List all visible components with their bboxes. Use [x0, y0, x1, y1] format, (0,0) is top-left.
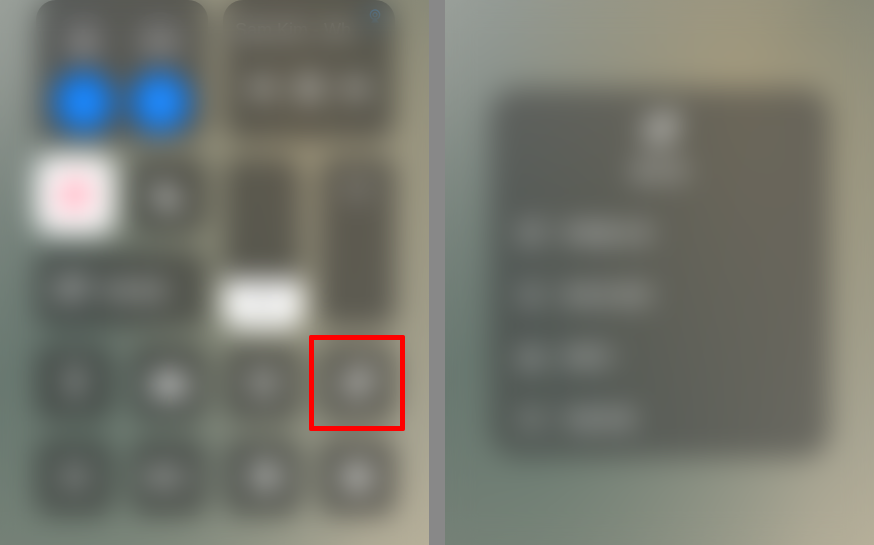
music-module[interactable]: Sam Kim - Wh… — [223, 0, 395, 142]
rotation-lock-icon — [56, 176, 94, 214]
scan-icon — [518, 407, 544, 431]
flashlight-button[interactable] — [36, 344, 114, 422]
record-icon — [340, 460, 374, 494]
screen-mirror-label: 屏幕镜像 — [100, 277, 168, 302]
camera-button[interactable] — [130, 344, 208, 422]
camera-icon — [151, 368, 187, 398]
compose-icon — [340, 366, 374, 400]
wifi-button[interactable] — [55, 73, 113, 131]
menu-item-label: 新建备忘录 — [562, 220, 652, 246]
battery-icon — [149, 466, 189, 488]
compose-icon — [642, 112, 678, 148]
airplane-mode-button[interactable] — [55, 12, 113, 70]
rotation-lock-button[interactable] — [36, 156, 114, 234]
airplane-icon — [70, 27, 98, 55]
menu-item-new-checklist[interactable]: 新核对清单 — [490, 264, 830, 326]
bluetooth-button[interactable] — [131, 73, 189, 131]
connectivity-module — [36, 0, 208, 142]
airpods-icon — [339, 174, 375, 206]
next-track-button[interactable] — [342, 76, 372, 100]
menu-item-scan-document[interactable]: 扫描文稿 — [490, 388, 830, 450]
timer-icon — [246, 460, 280, 494]
camera-outline-icon — [518, 345, 544, 369]
screen-record-button[interactable] — [318, 438, 396, 516]
checkmark-circle-icon — [518, 283, 544, 307]
cellular-icon — [145, 26, 175, 56]
wifi-icon — [69, 87, 99, 117]
alarm-button[interactable] — [224, 344, 302, 422]
moon-icon — [152, 178, 186, 212]
screen-mirroring-button[interactable]: 屏幕镜像 — [36, 250, 208, 328]
play-pause-button[interactable] — [298, 75, 320, 101]
alarm-clock-icon — [245, 365, 281, 401]
timer-button[interactable] — [224, 438, 302, 516]
sun-icon — [250, 291, 276, 317]
notes-button[interactable] — [318, 344, 396, 422]
menu-item-new-photo[interactable]: 新照片 — [490, 326, 830, 388]
bluetooth-icon — [147, 89, 173, 115]
compose-icon — [518, 221, 544, 245]
menu-item-label: 新核对清单 — [562, 282, 652, 308]
notes-context-menu: 备忘录 新建备忘录 新核对清单 新照片 扫描文稿 — [490, 88, 830, 458]
qr-scan-button[interactable] — [36, 438, 114, 516]
prev-track-button[interactable] — [246, 76, 276, 100]
menu-item-new-note[interactable]: 新建备忘录 — [490, 202, 830, 264]
menu-item-label: 新照片 — [562, 344, 616, 370]
do-not-disturb-button[interactable] — [130, 156, 208, 234]
screen-mirror-icon — [54, 275, 88, 303]
airplay-indicator-icon — [367, 8, 383, 24]
cellular-button[interactable] — [131, 12, 189, 70]
brightness-slider[interactable] — [224, 156, 302, 328]
volume-slider[interactable] — [318, 156, 396, 328]
qr-icon — [58, 460, 92, 494]
flashlight-icon — [64, 364, 86, 402]
notes-context-panel: 备忘录 新建备忘录 新核对清单 新照片 扫描文稿 — [445, 0, 874, 545]
music-now-playing: Sam Kim - Wh… — [235, 20, 383, 41]
notes-menu-title: 备忘录 — [633, 158, 687, 184]
low-power-button[interactable] — [130, 438, 208, 516]
menu-item-label: 扫描文稿 — [562, 406, 634, 432]
control-center-panel: Sam Kim - Wh… — [0, 0, 429, 545]
